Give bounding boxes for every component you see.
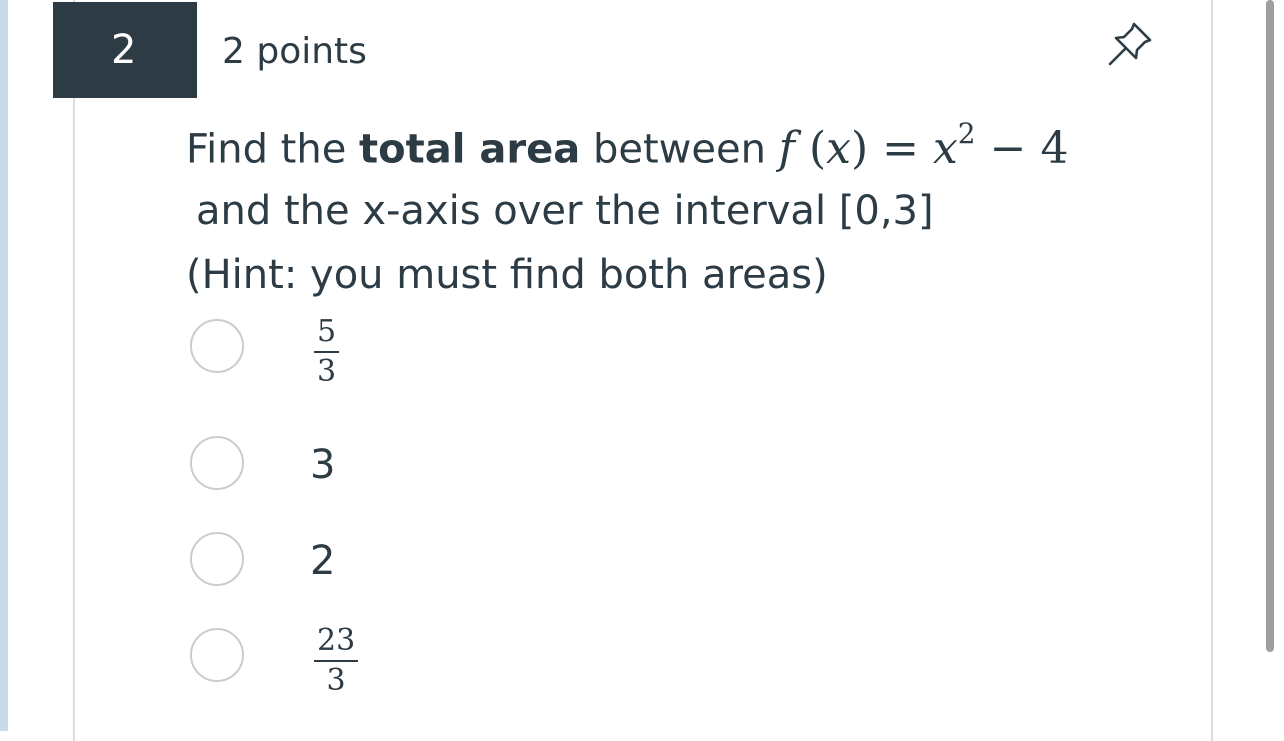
answer-option-4[interactable]: 23 3 [188, 624, 788, 698]
radio-button[interactable] [190, 436, 244, 490]
formula-open-paren: ( [808, 122, 827, 174]
function-formula: f (x) = x2 − 4 [778, 117, 1069, 174]
formula-exponent: 2 [957, 117, 976, 150]
formula-x: x [826, 122, 851, 174]
question-line-1: Find the total area between f (x) = x2 −… [186, 106, 1186, 182]
option-fraction: 5 3 [314, 315, 340, 389]
fraction-denominator: 3 [326, 663, 346, 698]
radio-button[interactable] [190, 628, 244, 682]
fraction-numerator: 23 [314, 624, 359, 662]
question-line-2: and the x-axis over the interval [0,3] [196, 187, 934, 234]
question-text-prefix: Find the [186, 126, 360, 173]
question-number-badge: 2 [53, 2, 197, 98]
formula-close-paren: ) [850, 122, 869, 174]
pin-icon[interactable] [1104, 18, 1156, 70]
option-label: 3 [310, 442, 336, 488]
question-hint: (Hint: you must find both areas) [186, 251, 828, 298]
radio-button[interactable] [190, 532, 244, 586]
question-points: 2 points [222, 31, 367, 72]
question-text: Find the total area between f (x) = x2 −… [186, 106, 1186, 307]
radio-button[interactable] [190, 319, 244, 373]
option-label: 2 [310, 538, 336, 584]
fraction-numerator: 5 [314, 315, 340, 353]
answer-option-2[interactable]: 3 [188, 435, 788, 497]
answer-option-1[interactable]: 5 3 [188, 315, 788, 389]
left-edge-stripe [0, 0, 8, 731]
option-fraction: 23 3 [314, 624, 359, 698]
formula-base: x [932, 122, 958, 174]
question-text-middle: between [580, 126, 779, 173]
formula-equals: = [868, 122, 933, 174]
formula-rest: − 4 [975, 122, 1069, 174]
formula-f: f [778, 122, 795, 174]
fraction-denominator: 3 [317, 354, 337, 389]
scrollbar[interactable] [1266, 0, 1274, 652]
answer-option-3[interactable]: 2 [188, 531, 788, 593]
question-text-bold: total area [359, 126, 581, 173]
